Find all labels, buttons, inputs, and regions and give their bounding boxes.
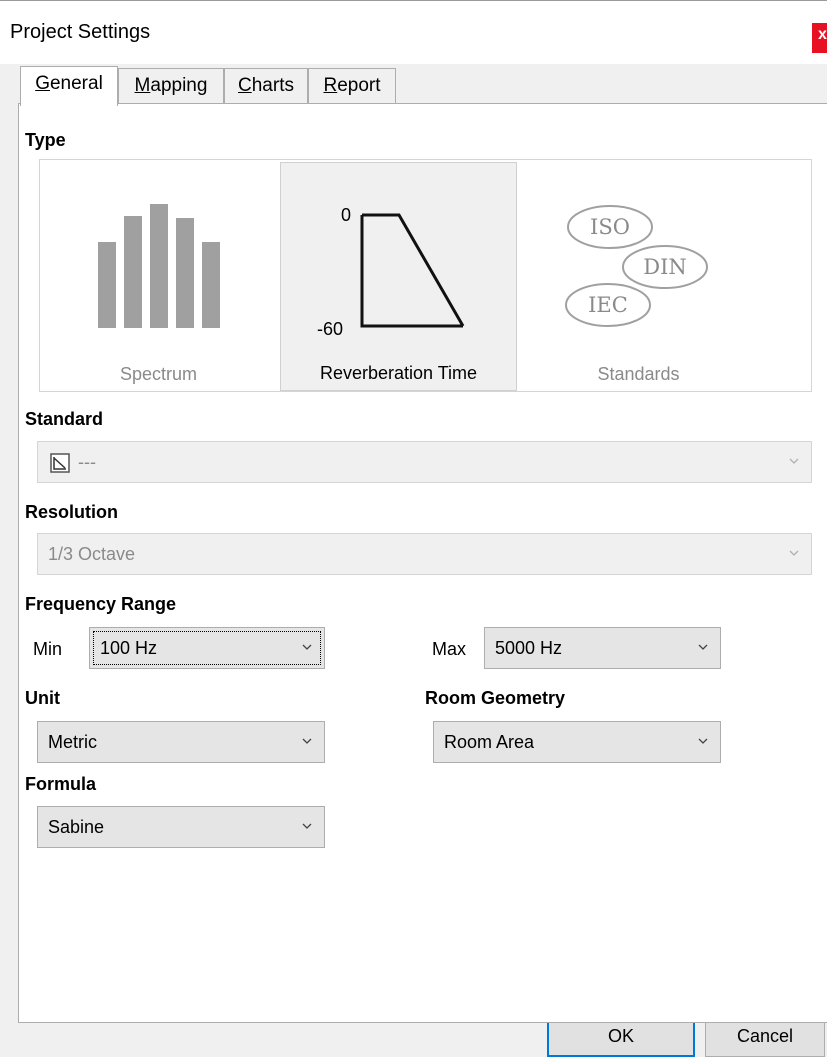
type-heading: Type	[25, 130, 66, 150]
chevron-down-icon	[302, 644, 312, 650]
close-icon: x	[818, 26, 827, 43]
max-label: Max	[432, 639, 467, 659]
max-frequency-select[interactable]: 5000 Hz	[484, 627, 721, 669]
standards-bubbles-icon: ISO DIN IEC	[565, 205, 708, 327]
window-title: Project Settings	[10, 21, 151, 43]
decay-curve-icon: 0 -60	[317, 205, 465, 339]
iso-bubble-label: ISO	[590, 215, 630, 239]
standard-heading: Standard	[25, 409, 104, 429]
tab-general-mnemonic: G	[35, 73, 50, 94]
tab-charts[interactable]: Charts	[224, 68, 308, 104]
decay-axis-top-label: 0	[341, 205, 351, 225]
resolution-select[interactable]: 1/3 Octave	[37, 533, 812, 575]
unit-select[interactable]: Metric	[37, 721, 325, 763]
chevron-down-icon	[302, 823, 312, 829]
chevron-down-icon	[302, 738, 312, 744]
tab-mapping-label: apping	[150, 75, 208, 96]
formula-heading: Formula	[25, 774, 97, 794]
unit-heading: Unit	[25, 688, 60, 708]
tab-general[interactable]: General	[20, 66, 118, 106]
chevron-down-icon	[698, 644, 708, 650]
tab-report[interactable]: Report	[308, 68, 396, 104]
room-geometry-heading: Room Geometry	[425, 688, 566, 708]
formula-value: Sabine	[48, 817, 105, 837]
unit-value: Metric	[48, 732, 97, 752]
formula-select[interactable]: Sabine	[37, 806, 325, 848]
title-bar: Project Settings x	[0, 0, 827, 64]
chevron-down-icon	[698, 738, 708, 744]
min-frequency-select[interactable]: 100 Hz	[89, 627, 325, 669]
spectrum-label: Spectrum	[119, 364, 198, 384]
chevron-down-icon	[789, 458, 799, 464]
min-label: Min	[33, 639, 63, 659]
decay-axis-bottom-label: -60	[317, 319, 343, 339]
standard-curve-icon	[50, 453, 70, 473]
tab-mapping[interactable]: Mapping	[118, 68, 224, 104]
standard-select[interactable]: ---	[37, 441, 812, 483]
din-bubble-label: DIN	[643, 255, 687, 279]
frequency-range-heading: Frequency Range	[25, 594, 177, 614]
iec-bubble-label: IEC	[588, 293, 628, 317]
standards-label: Standards	[597, 364, 680, 384]
type-option-reverberation-time[interactable]: 0 -60 Reverberation Time	[280, 162, 517, 391]
resolution-value: 1/3 Octave	[48, 544, 136, 564]
spectrum-bars-icon	[98, 204, 220, 328]
tab-charts-mnemonic: C	[238, 75, 252, 96]
type-selector: Spectrum 0 -60 Reverberation Time ISO DI…	[39, 159, 812, 392]
standard-value: ---	[78, 452, 96, 472]
tab-charts-label: harts	[251, 75, 294, 96]
min-frequency-value: 100 Hz	[100, 638, 158, 658]
room-geometry-select[interactable]: Room Area	[433, 721, 721, 763]
close-button[interactable]: x	[812, 23, 827, 53]
tab-mapping-mnemonic: M	[134, 75, 151, 96]
chevron-down-icon	[789, 550, 799, 556]
type-option-standards[interactable]: ISO DIN IEC Standards	[520, 160, 757, 391]
type-option-spectrum[interactable]: Spectrum	[40, 160, 277, 391]
room-geometry-value: Room Area	[444, 732, 535, 752]
resolution-heading: Resolution	[25, 502, 118, 522]
max-frequency-value: 5000 Hz	[495, 638, 563, 658]
tab-report-label: eport	[337, 75, 381, 96]
tab-general-label: eneral	[49, 73, 103, 94]
reverberation-time-label: Reverberation Time	[319, 363, 478, 383]
general-panel: Type Spectrum 0 -60 Reverberation Time I…	[18, 103, 827, 1023]
tab-report-mnemonic: R	[323, 75, 338, 96]
